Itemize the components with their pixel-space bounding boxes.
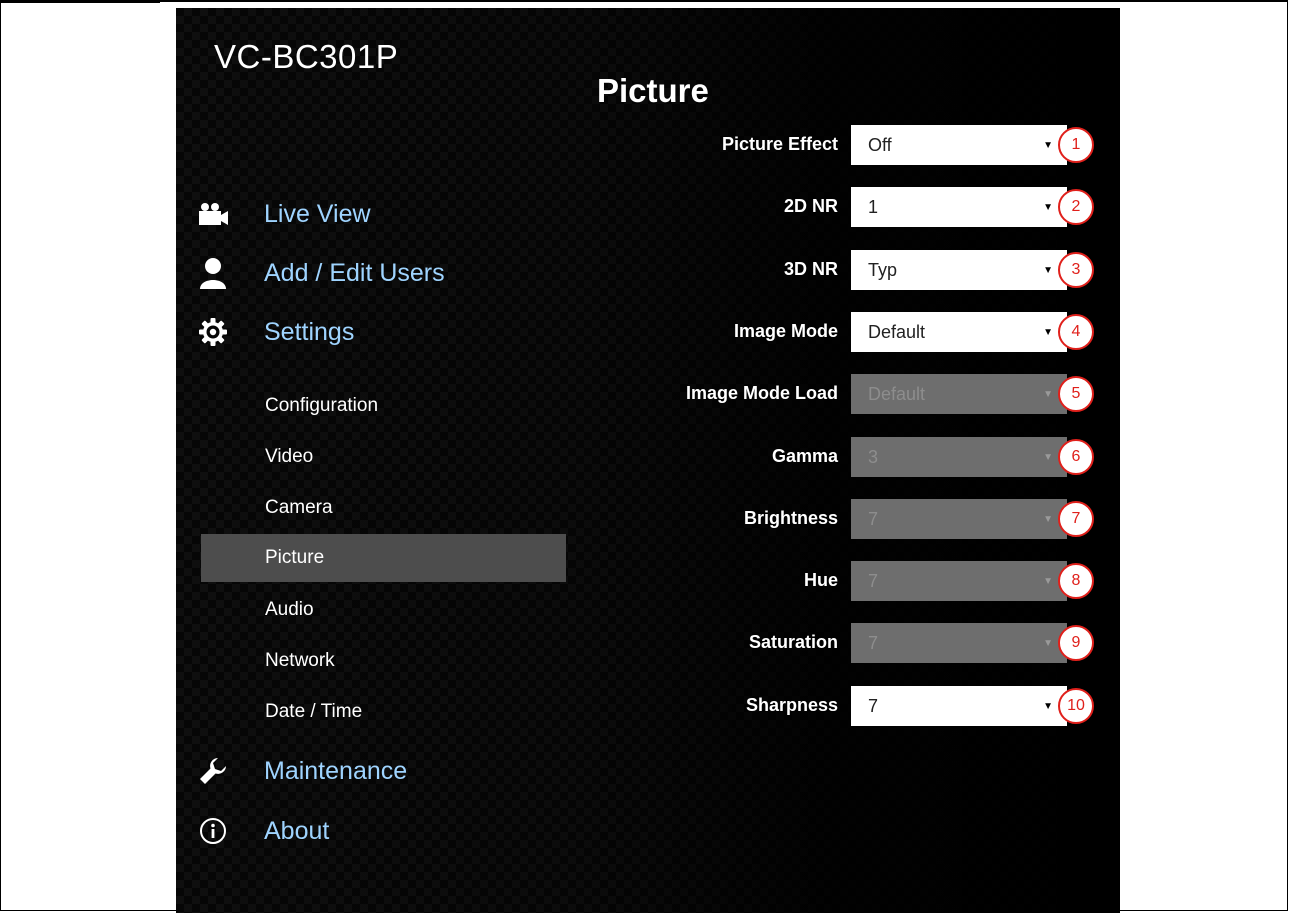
setting-dropdown: Default ▼ (851, 374, 1067, 414)
dropdown-value: 7 (868, 570, 879, 591)
frame-top-rule (0, 0, 160, 3)
numbered-marker: 2 (1058, 189, 1094, 225)
field-label: Image Mode (733, 321, 838, 341)
dropdown-value: 1 (868, 196, 879, 217)
field-label: 3D NR (783, 259, 838, 279)
nav-settings-label: Settings (264, 317, 355, 346)
settings-menu-item[interactable]: Audio (201, 586, 566, 634)
dropdown-value: 7 (868, 508, 879, 529)
field-label: Gamma (771, 446, 838, 466)
settings-menu-label: Picture (265, 547, 325, 568)
numbered-marker: 4 (1058, 314, 1094, 350)
settings-menu-item[interactable]: Video (201, 433, 566, 481)
field-label: Sharpness (745, 695, 838, 715)
settings-menu-label: Configuration (265, 395, 379, 416)
user-icon (196, 256, 230, 290)
nav-live-view[interactable]: Live View (196, 194, 371, 234)
dropdown-value: 7 (868, 632, 879, 653)
setting-dropdown[interactable]: Default ▼ (851, 312, 1067, 352)
dropdown-value: 3 (868, 446, 879, 467)
settings-menu-label: Camera (265, 497, 333, 518)
settings-menu-item[interactable]: Date / Time (201, 688, 566, 736)
nav-maintenance[interactable]: Maintenance (196, 751, 407, 791)
nav-about[interactable]: About (196, 811, 329, 851)
caret-down-icon: ▼ (1043, 637, 1053, 649)
settings-menu-label: Network (265, 650, 335, 671)
setting-dropdown: 7 ▼ (851, 499, 1067, 539)
camera-web-ui: VC-BC301P Live View Add / Edit Users Set… (176, 8, 1120, 913)
nav-live-view-label: Live View (264, 199, 371, 228)
caret-down-icon: ▼ (1043, 513, 1053, 525)
field-label: 2D NR (783, 196, 838, 216)
setting-dropdown: 3 ▼ (851, 437, 1067, 477)
numbered-marker: 5 (1058, 376, 1094, 412)
caret-down-icon: ▼ (1043, 388, 1053, 400)
numbered-marker: 3 (1058, 252, 1094, 288)
setting-dropdown[interactable]: Typ ▼ (851, 250, 1067, 290)
dropdown-value: Default (868, 383, 926, 404)
caret-down-icon: ▼ (1043, 451, 1053, 463)
numbered-marker: 8 (1058, 563, 1094, 599)
nav-add-edit-users-label: Add / Edit Users (264, 258, 445, 287)
field-label: Hue (803, 570, 838, 590)
settings-menu-item[interactable]: Network (201, 637, 566, 685)
caret-down-icon: ▼ (1043, 139, 1053, 151)
dropdown-value: Default (868, 321, 926, 342)
info-icon (196, 814, 230, 848)
nav-settings[interactable]: Settings (196, 312, 354, 352)
nav-about-label: About (264, 816, 330, 845)
settings-menu-item[interactable]: Camera (201, 484, 566, 532)
setting-dropdown[interactable]: Off ▼ (851, 125, 1067, 165)
field-label: Brightness (743, 508, 838, 528)
wrench-icon (196, 754, 230, 788)
dropdown-value: Typ (868, 259, 898, 280)
setting-dropdown: 7 ▼ (851, 623, 1067, 663)
numbered-marker: 10 (1058, 688, 1094, 724)
caret-down-icon: ▼ (1043, 264, 1053, 276)
numbered-marker: 7 (1058, 501, 1094, 537)
settings-menu-label: Video (265, 446, 314, 467)
settings-menu-item-active[interactable]: Picture (201, 534, 566, 582)
numbered-marker: 9 (1058, 625, 1094, 661)
dropdown-value: 7 (868, 695, 879, 716)
numbered-marker: 6 (1058, 439, 1094, 475)
nav-maintenance-label: Maintenance (264, 756, 408, 785)
settings-menu-label: Date / Time (265, 701, 363, 722)
caret-down-icon: ▼ (1043, 201, 1053, 213)
settings-menu-item[interactable]: Configuration (201, 382, 566, 430)
numbered-marker: 1 (1058, 127, 1094, 163)
caret-down-icon: ▼ (1043, 700, 1053, 712)
field-label: Picture Effect (721, 134, 838, 154)
gear-icon (196, 315, 230, 349)
setting-dropdown[interactable]: 1 ▼ (851, 187, 1067, 227)
caret-down-icon: ▼ (1043, 575, 1053, 587)
device-title: VC-BC301P (214, 38, 399, 75)
setting-dropdown: 7 ▼ (851, 561, 1067, 601)
field-label: Saturation (748, 632, 838, 652)
field-label: Image Mode Load (685, 383, 838, 403)
dropdown-value: Off (868, 134, 892, 155)
page-title: Picture (597, 72, 709, 109)
nav-add-edit-users[interactable]: Add / Edit Users (196, 253, 445, 293)
caret-down-icon: ▼ (1043, 326, 1053, 338)
video-camera-icon (196, 197, 230, 231)
settings-menu-label: Audio (265, 599, 314, 620)
setting-dropdown[interactable]: 7 ▼ (851, 686, 1067, 726)
